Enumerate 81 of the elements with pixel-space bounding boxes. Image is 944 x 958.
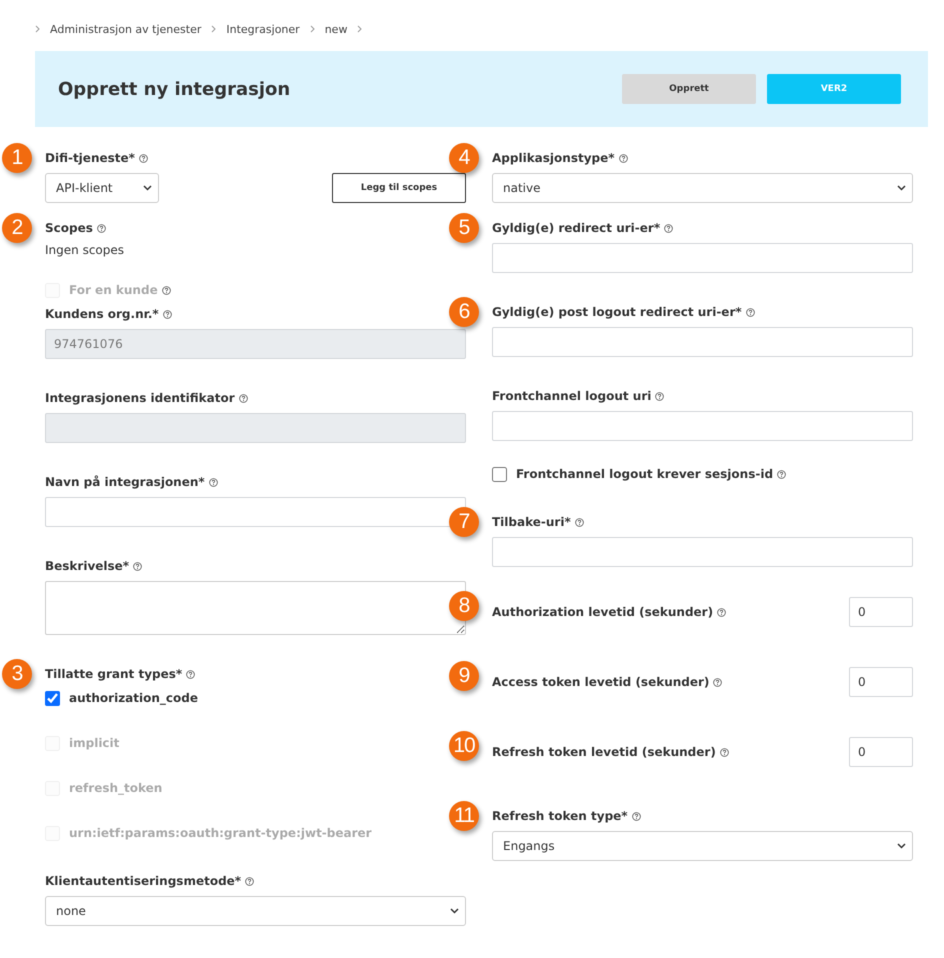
chevron-right-icon	[310, 25, 315, 33]
chevron-right-icon	[35, 25, 40, 33]
field-label: Klientautentiseringsmetode*	[45, 874, 242, 888]
help-icon[interactable]	[777, 470, 786, 478]
help-icon[interactable]	[746, 308, 755, 316]
field-label: Integrasjonens identifikator	[45, 391, 235, 405]
help-icon[interactable]	[96, 224, 106, 232]
checkbox-label: refresh_token	[69, 781, 162, 795]
field-label: Difi-tjeneste*	[45, 151, 135, 165]
step-number-badge: 7	[449, 507, 479, 537]
field-label: Scopes	[45, 221, 93, 235]
checkbox-label: urn:ietf:params:oauth:grant-type:jwt-bearer	[69, 826, 372, 840]
step-number-badge: 3	[2, 659, 32, 689]
text-field[interactable]	[492, 537, 913, 567]
help-icon[interactable]	[238, 394, 248, 402]
breadcrumb-link[interactable]: new	[324, 22, 348, 36]
help-icon[interactable]	[245, 876, 254, 886]
field-label: Refresh token levetid (sekunder)	[492, 745, 716, 759]
help-icon[interactable]	[717, 608, 726, 616]
chevron-down-icon	[450, 908, 459, 914]
help-icon[interactable]	[208, 478, 218, 486]
help-icon[interactable]	[664, 224, 674, 232]
checkbox-label: Frontchannel logout krever sesjons-id	[516, 467, 774, 481]
help-icon[interactable]	[632, 812, 641, 820]
field-label: Navn på integrasjonen*	[45, 475, 205, 489]
scopes-value: Ingen scopes	[45, 243, 126, 257]
help-icon[interactable]	[618, 154, 628, 162]
help-icon[interactable]	[720, 748, 729, 756]
field-label: Gyldig(e) redirect uri-er*	[492, 221, 660, 235]
step-number-badge: 9	[449, 661, 479, 691]
field-label: Authorization levetid (sekunder)	[492, 605, 714, 619]
select-field[interactable]: none	[45, 896, 466, 926]
breadcrumb-link[interactable]: Administrasjon av tjenester	[50, 22, 202, 36]
step-number-badge: 2	[2, 213, 32, 243]
checkbox[interactable]	[492, 466, 507, 482]
chevron-down-icon	[143, 185, 152, 191]
breadcrumb-link[interactable]: Integrasjoner	[226, 22, 300, 36]
checkbox-label: authorization_code	[69, 691, 198, 705]
help-icon[interactable]	[138, 154, 148, 162]
step-number-badge: 5	[449, 213, 479, 243]
help-icon[interactable]	[713, 678, 722, 686]
help-icon[interactable]	[162, 286, 171, 294]
field-label: Gyldig(e) post logout redirect uri-er*	[492, 305, 742, 319]
checkbox[interactable]	[45, 690, 60, 706]
step-number-badge: 6	[449, 297, 479, 327]
help-icon[interactable]	[186, 670, 196, 678]
select-field[interactable]: API-klient	[45, 173, 159, 203]
step-number-badge: 11	[449, 801, 479, 831]
field-label: Kundens org.nr.*	[45, 307, 159, 321]
help-icon[interactable]	[655, 392, 664, 400]
field-label: Frontchannel logout uri	[492, 389, 652, 403]
text-field[interactable]	[492, 411, 913, 441]
step-number-badge: 10	[449, 731, 479, 761]
checkbox-label: implicit	[69, 736, 120, 750]
number-field[interactable]: 0	[849, 737, 913, 767]
add-scopes-button[interactable]: Legg til scopes	[332, 173, 466, 203]
step-number-badge: 8	[449, 591, 479, 621]
step-number-badge: 1	[2, 143, 32, 173]
select-field[interactable]: Engangs	[492, 831, 913, 861]
select-field[interactable]: native	[492, 173, 913, 203]
chevron-down-icon	[897, 843, 906, 849]
field-label: Tillatte grant types*	[45, 667, 182, 681]
chevron-down-icon	[897, 185, 906, 191]
create-button[interactable]: Opprett	[622, 74, 756, 104]
help-icon[interactable]	[133, 562, 142, 570]
field-label: Beskrivelse*	[45, 559, 130, 573]
chevron-right-icon	[211, 25, 216, 33]
field-label: Applikasjonstype*	[492, 151, 615, 165]
help-icon[interactable]	[574, 518, 584, 526]
checkbox-label: For en kunde	[69, 283, 158, 297]
number-field[interactable]: 0	[849, 667, 913, 697]
step-number-badge: 4	[449, 143, 479, 173]
number-field[interactable]: 0	[849, 597, 913, 627]
field-label: Refresh token type*	[492, 809, 628, 823]
field-label: Access token levetid (sekunder)	[492, 675, 710, 689]
field-label: Tilbake-uri*	[492, 515, 571, 529]
text-field[interactable]	[492, 243, 913, 273]
page-title: Opprett ny integrasjon	[58, 78, 292, 100]
help-icon[interactable]	[162, 310, 172, 318]
text-field[interactable]	[492, 327, 913, 357]
chevron-right-icon	[357, 25, 362, 33]
